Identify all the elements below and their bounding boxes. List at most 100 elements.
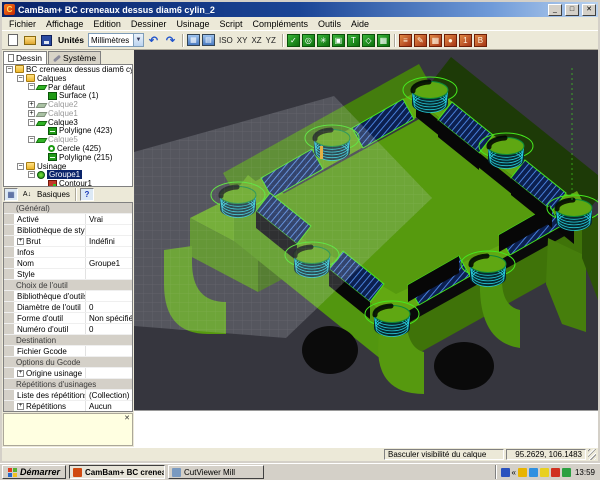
- tree-item-surface-1[interactable]: Surface (1): [4, 91, 132, 100]
- prop-value[interactable]: 0: [86, 302, 132, 312]
- save-file-button[interactable]: [39, 33, 54, 48]
- prop-value[interactable]: [86, 368, 132, 378]
- help-toggle-button[interactable]: ?: [79, 188, 94, 201]
- security-shield-icon[interactable]: [517, 467, 527, 477]
- menu-dessiner[interactable]: Dessiner: [126, 19, 172, 29]
- tree-item-contour1[interactable]: Contour1: [4, 179, 132, 186]
- tab-dessin[interactable]: Dessin: [3, 51, 47, 64]
- tree-item-calque5[interactable]: − Calque5: [4, 135, 132, 144]
- tree-item-calque1[interactable]: + Calque1: [4, 109, 132, 118]
- script-icon-4[interactable]: ●: [443, 33, 457, 47]
- op-drill-icon[interactable]: ✳: [316, 33, 330, 47]
- prop-value[interactable]: [86, 225, 132, 235]
- menu-edition[interactable]: Edition: [88, 19, 126, 29]
- prop-row-brut[interactable]: + Brut Indéfini: [4, 236, 132, 247]
- script-icon-1[interactable]: ≡: [398, 33, 412, 47]
- start-button[interactable]: Démarrer: [2, 465, 67, 479]
- collapse-icon[interactable]: −: [28, 83, 35, 91]
- tree-item-polyligne-215[interactable]: Polyligne (215): [4, 153, 132, 162]
- prop-value[interactable]: Aucun: [86, 401, 132, 411]
- op-surface-icon[interactable]: ◇: [361, 33, 375, 47]
- menu-complements[interactable]: Compléments: [247, 19, 313, 29]
- basiques-button[interactable]: Basiques: [36, 188, 71, 201]
- tray-icon-1[interactable]: [500, 467, 510, 477]
- tab-systeme[interactable]: Système: [47, 51, 102, 64]
- prop-row-numero-d-outil[interactable]: Numéro d'outil 0: [4, 324, 132, 335]
- prop-row-origine-usinage[interactable]: + Origine usinage: [4, 368, 132, 379]
- prop-value[interactable]: [86, 346, 132, 356]
- expand-icon[interactable]: +: [17, 402, 24, 410]
- shaded-view-icon[interactable]: ▤: [201, 34, 215, 46]
- op-engrave-icon[interactable]: ▣: [331, 33, 345, 47]
- tree-item-polyligne-423[interactable]: Polyligne (423): [4, 126, 132, 135]
- tray-icon-3[interactable]: [539, 467, 549, 477]
- prop-row-fichier-gcode[interactable]: Fichier Gcode: [4, 346, 132, 357]
- prop-category-destination[interactable]: Destination: [4, 335, 132, 346]
- expand-icon[interactable]: +: [28, 101, 35, 109]
- prop-value[interactable]: [86, 269, 132, 279]
- tree-item-par-defaut[interactable]: − Par défaut: [4, 83, 132, 92]
- menu-script[interactable]: Script: [214, 19, 247, 29]
- title-bar[interactable]: C CamBam+ BC creneaux dessus diam6 cylin…: [2, 2, 598, 17]
- prop-row-infos[interactable]: Infos: [4, 247, 132, 258]
- close-button[interactable]: ✕: [582, 3, 596, 16]
- prop-value[interactable]: Indéfini: [86, 236, 132, 246]
- open-file-button[interactable]: [22, 33, 37, 48]
- view-xz-button[interactable]: XZ: [249, 35, 263, 46]
- maximize-button[interactable]: □: [565, 3, 579, 16]
- script-icon-5[interactable]: 1: [458, 33, 472, 47]
- view-xy-button[interactable]: XY: [235, 35, 250, 46]
- prop-row-repetitions[interactable]: + Répétitions Aucun: [4, 401, 132, 411]
- prop-category-repetitions-d-usinages[interactable]: Répétitions d'usinages: [4, 379, 132, 390]
- tree-item-calque2[interactable]: + Calque2: [4, 100, 132, 109]
- prop-row-forme-d-outil[interactable]: Forme d'outil Non spécifié: [4, 313, 132, 324]
- prop-value[interactable]: [86, 247, 132, 257]
- alphabetical-sort-button[interactable]: A↓: [20, 188, 34, 201]
- op-profile-icon[interactable]: ✓: [286, 33, 300, 47]
- tree-item-groupe1[interactable]: − Groupe1: [4, 170, 132, 180]
- tree-item-bc-creneaux-dessus-diam6-cylin-2[interactable]: − BC creneaux dessus diam6 cylin_2: [4, 65, 132, 74]
- prop-category-options-du-gcode[interactable]: Options du Gcode: [4, 357, 132, 368]
- prop-row-bibliotheque-d-outils[interactable]: Bibliothèque d'outils: [4, 291, 132, 302]
- viewport-3d[interactable]: [134, 50, 598, 410]
- script-icon-3[interactable]: ▦: [428, 33, 442, 47]
- chevron-down-icon[interactable]: ▼: [132, 34, 143, 46]
- minimize-button[interactable]: _: [548, 3, 562, 16]
- tray-icon-2[interactable]: [528, 467, 538, 477]
- script-icon-2[interactable]: ✎: [413, 33, 427, 47]
- collapse-icon[interactable]: −: [17, 162, 24, 170]
- prop-row-nom[interactable]: Nom Groupe1: [4, 258, 132, 269]
- prop-value[interactable]: [86, 291, 132, 301]
- units-select[interactable]: Millimètres ▼: [87, 33, 144, 47]
- tree-item-usinage[interactable]: − Usinage: [4, 162, 132, 171]
- redo-button[interactable]: ↷: [163, 33, 178, 48]
- prop-value[interactable]: 0: [86, 324, 132, 334]
- menu-affichage[interactable]: Affichage: [41, 19, 88, 29]
- hide-icons-chevron[interactable]: «: [512, 468, 516, 477]
- menu-aide[interactable]: Aide: [346, 19, 374, 29]
- op-3d-icon[interactable]: ▦: [376, 33, 390, 47]
- expand-icon[interactable]: +: [28, 109, 35, 117]
- categorized-view-button[interactable]: ▦: [4, 188, 18, 201]
- menu-usinage[interactable]: Usinage: [171, 19, 214, 29]
- tray-icon-5[interactable]: [561, 467, 571, 477]
- tree-item-calques[interactable]: − Calques: [4, 74, 132, 83]
- expand-icon[interactable]: +: [17, 237, 24, 245]
- new-file-button[interactable]: [5, 33, 20, 48]
- undo-button[interactable]: ↶: [146, 33, 161, 48]
- prop-value[interactable]: Non spécifié: [86, 313, 132, 323]
- script-icon-6[interactable]: B: [473, 33, 487, 47]
- tray-icon-4[interactable]: [550, 467, 560, 477]
- prop-row-liste-des-repetitions[interactable]: Liste des répétitions (Collection): [4, 390, 132, 401]
- collapse-icon[interactable]: −: [6, 65, 13, 73]
- collapse-icon[interactable]: −: [28, 136, 35, 144]
- prop-category-general[interactable]: (Général): [4, 203, 132, 214]
- collapse-icon[interactable]: −: [17, 74, 24, 82]
- prop-value[interactable]: Groupe1: [86, 258, 132, 268]
- op-pocket-icon[interactable]: ◎: [301, 33, 315, 47]
- view-yz-button[interactable]: YZ: [264, 35, 278, 46]
- tree-item-cercle-425[interactable]: Cercle (425): [4, 144, 132, 153]
- taskbar-button-cutviewer-mill[interactable]: CutViewer Mill: [168, 465, 265, 479]
- resize-grip[interactable]: [588, 449, 596, 460]
- prop-row-bibliotheque-de-styles[interactable]: Bibliothèque de styles: [4, 225, 132, 236]
